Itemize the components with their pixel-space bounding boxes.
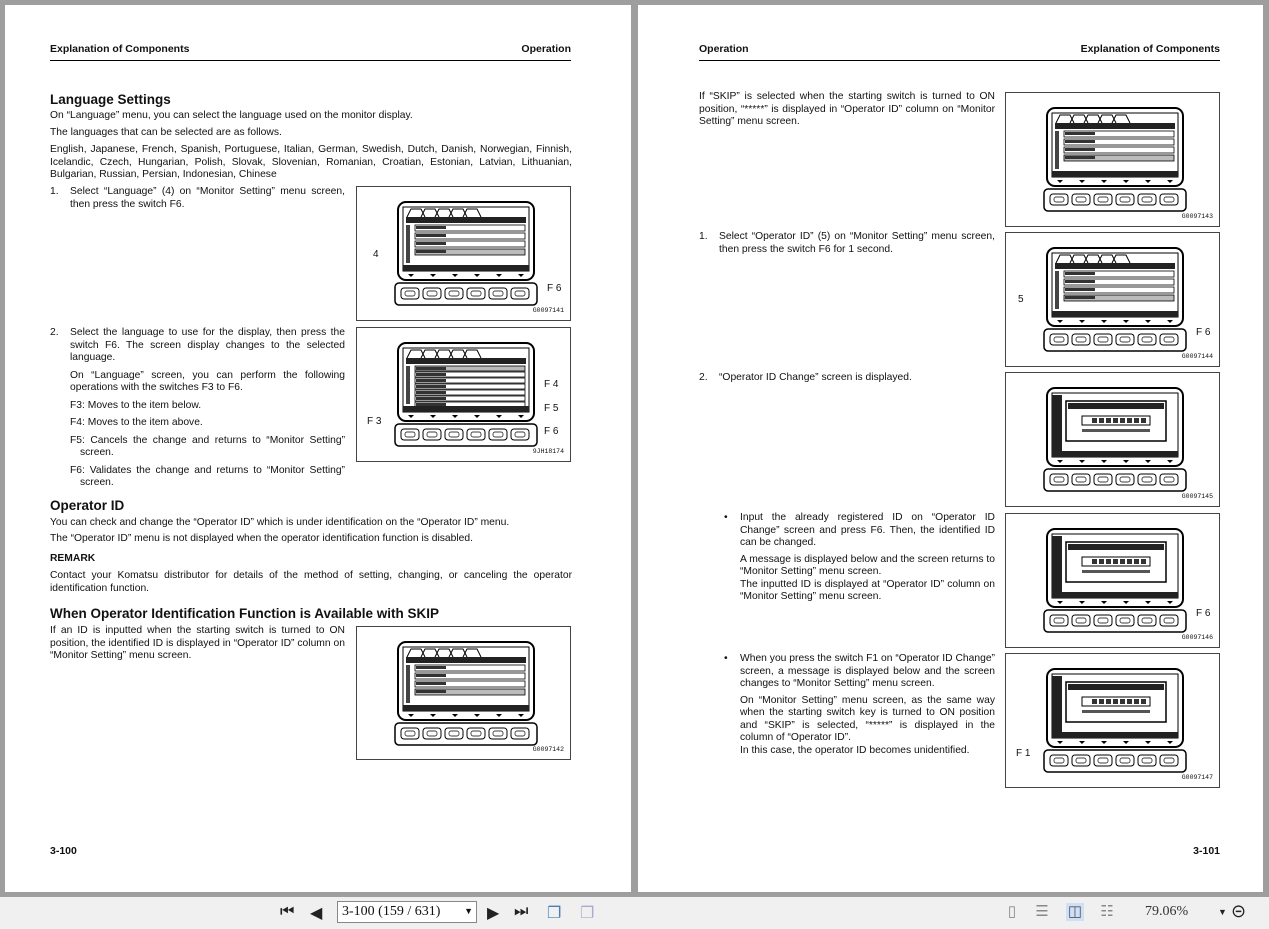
f6-desc: F6: Validates the change and returns to …: [70, 464, 345, 489]
skip-heading: When Operator Identification Function is…: [50, 606, 440, 621]
op-p2: The “Operator ID” menu is not displayed …: [50, 533, 473, 544]
figure-monitor-setting: G0097141 4 F 6: [356, 186, 571, 321]
step-number: 1.: [699, 231, 708, 242]
monitor-illustration: [1043, 387, 1187, 492]
step-number: 1.: [50, 186, 59, 197]
step-number: 2.: [699, 372, 708, 383]
page-number: 3-100: [50, 845, 77, 857]
header-rule: [699, 60, 1220, 61]
monitor-illustration: [1043, 247, 1187, 352]
figure-caption: G0097145: [1181, 493, 1213, 500]
figure-caption: G0097143: [1181, 213, 1213, 220]
figure-caption: G0097141: [532, 307, 564, 314]
header-right: Operation: [521, 43, 571, 55]
header-rule: [50, 60, 571, 61]
first-page-icon[interactable]: ⏮: [280, 903, 294, 921]
lang-list: English, Japanese, French, Spanish, Port…: [50, 144, 572, 180]
monitor-illustration: [394, 342, 538, 447]
step2-detail: On “Language” screen, you can perform th…: [70, 369, 345, 394]
zoom-dropdown-icon[interactable]: ▼: [1218, 907, 1227, 917]
op-p1: You can check and change the “Operator I…: [50, 517, 510, 528]
header-right: Explanation of Components: [1080, 43, 1220, 55]
operator-id-heading: Operator ID: [50, 498, 125, 513]
callout-label: 4: [373, 249, 379, 260]
page-field-value: 3-100 (159 / 631): [342, 904, 441, 919]
zoom-out-icon[interactable]: ⊝: [1231, 901, 1246, 922]
step-number: 2.: [50, 327, 59, 338]
lang-p1: On “Language” menu, you can select the l…: [50, 110, 413, 121]
bullet2-detail2: In this case, the operator ID becomes un…: [740, 744, 970, 756]
f5-desc: F5: Cancels the change and returns to “M…: [70, 434, 345, 459]
page-number-field[interactable]: 3-100 (159 / 631) ▼: [337, 901, 477, 923]
callout-label: F 4: [544, 379, 559, 390]
continuous-icon[interactable]: ☰: [1033, 903, 1051, 921]
header-left: Operation: [699, 43, 749, 55]
monitor-illustration: [1043, 107, 1187, 212]
bullet1-detail: A message is displayed below and the scr…: [740, 553, 995, 578]
callout-label: F 6: [1196, 608, 1211, 619]
figure-caption: G0097144: [1181, 353, 1213, 360]
figure-caption: G0097147: [1181, 774, 1213, 781]
callout-label: F 5: [544, 403, 559, 414]
figure-select-operator-id: G0097144 5 F 6: [1005, 232, 1220, 367]
prev-page-icon[interactable]: ◀: [310, 903, 322, 923]
monitor-illustration: [1043, 528, 1187, 633]
lang-heading: Language Settings: [50, 92, 171, 107]
header-left: Explanation of Components: [50, 43, 190, 55]
callout-label: F 6: [1196, 327, 1211, 338]
facing-icon[interactable]: ◫: [1066, 903, 1084, 921]
zoom-level[interactable]: 79.06%: [1145, 904, 1188, 920]
bullet2-text: When you press the switch F1 on “Operato…: [740, 653, 995, 689]
step2-text: “Operator ID Change” screen is displayed…: [719, 372, 912, 383]
single-page-icon[interactable]: ▯: [1003, 903, 1021, 921]
bullet1-detail2: The inputted ID is displayed at “Operato…: [740, 578, 995, 603]
f4-desc: F4: Moves to the item above.: [70, 417, 203, 428]
figure-monitor-skip: G0097143: [1005, 92, 1220, 227]
callout-label: F 6: [547, 283, 562, 294]
monitor-illustration: [394, 641, 538, 746]
callout-label: F 3: [367, 416, 382, 427]
figure-caption: G0097142: [532, 746, 564, 753]
left-page: Explanation of Components Operation Lang…: [5, 5, 631, 892]
forward-view-icon[interactable]: ❐: [580, 903, 594, 923]
bullet: •: [724, 512, 728, 523]
last-page-icon[interactable]: ⏭: [514, 903, 528, 921]
f3-desc: F3: Moves to the item below.: [70, 399, 202, 411]
step1-text: Select “Language” (4) on “Monitor Settin…: [70, 186, 345, 210]
callout-label: F 6: [544, 426, 559, 437]
callout-label: F 1: [1016, 748, 1031, 759]
monitor-illustration: [394, 201, 538, 306]
pdf-toolbar: ⏮ ◀ 3-100 (159 / 631) ▼ ▶ ⏭ ❐ ❐ ▯ ☰ ◫ ☷ …: [0, 897, 1269, 929]
figure-caption: G0097146: [1181, 634, 1213, 641]
continuous-facing-icon[interactable]: ☷: [1098, 903, 1116, 921]
next-page-icon[interactable]: ▶: [487, 903, 499, 923]
step2-text: Select the language to use for the displ…: [70, 327, 345, 363]
figure-monitor-id: G0097142: [356, 626, 571, 760]
monitor-illustration: [1043, 668, 1187, 773]
figure-operator-id-change: G0097145: [1005, 372, 1220, 507]
skip-text: If an ID is inputted when the starting s…: [50, 625, 345, 661]
figure-id-changed: G0097146 F 6: [1005, 513, 1220, 648]
remark-label: REMARK: [50, 553, 96, 564]
figure-language-screen: 9JH18174 F 4 F 5 F 6 F 3: [356, 327, 571, 462]
figure-f1-cancel: G0097147 F 1: [1005, 653, 1220, 788]
back-view-icon[interactable]: ❐: [547, 903, 561, 923]
remark-text: Contact your Komatsu distributor for det…: [50, 570, 572, 594]
bullet: •: [724, 653, 728, 664]
callout-label: 5: [1018, 294, 1024, 305]
bullet2-detail: On “Monitor Setting” menu screen, as the…: [740, 694, 995, 744]
bullet1-text: Input the already registered ID on “Oper…: [740, 512, 995, 548]
lang-p2: The languages that can be selected are a…: [50, 127, 282, 138]
chevron-down-icon[interactable]: ▼: [464, 906, 473, 916]
figure-caption: 9JH18174: [532, 448, 564, 455]
skip-text: If “SKIP” is selected when the starting …: [699, 91, 995, 127]
right-page: Operation Explanation of Components If “…: [638, 5, 1263, 892]
page-number: 3-101: [1193, 845, 1220, 857]
step1-text: Select “Operator ID” (5) on “Monitor Set…: [719, 231, 995, 255]
